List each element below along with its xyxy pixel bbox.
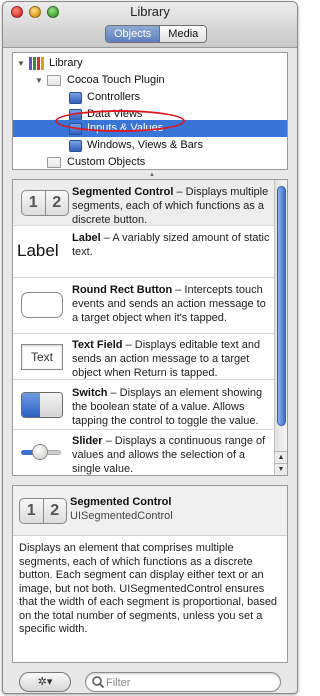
item-name: Text Field — [72, 339, 123, 351]
item-name: Switch — [72, 387, 108, 399]
item-name: Segmented Control — [72, 186, 174, 198]
segmented-control-icon: 12 — [21, 190, 69, 216]
tree-item-controllers[interactable]: Controllers — [13, 89, 287, 106]
item-description: – A variably sized amount of static text… — [72, 232, 270, 258]
list-item[interactable]: Switch – Displays an element showing the… — [13, 380, 275, 430]
item-name: Slider — [72, 435, 103, 447]
scope-segmented-control: Objects Media — [105, 25, 208, 43]
detail-title: Segmented Control — [70, 496, 172, 508]
detail-description: Displays an element that comprises multi… — [19, 542, 278, 635]
round-rect-button-icon — [21, 292, 63, 318]
window-title: Library — [130, 4, 170, 19]
tree-item-cocoa-touch-plugin[interactable]: ▼ Cocoa Touch Plugin — [13, 72, 287, 89]
object-list: 12 Segmented Control – Displays multiple… — [12, 179, 288, 476]
splitter-grip-icon: ▲ — [149, 172, 155, 178]
library-window: Library Objects Media ▼ Library ▼ Cocoa … — [2, 1, 298, 694]
item-name: Label — [72, 232, 101, 244]
object-list-scrollbar[interactable]: ▲ ▼ — [274, 180, 287, 475]
detail-pane: 12 Segmented Control UISegmentedControl … — [12, 485, 288, 663]
detail-header: 12 Segmented Control UISegmentedControl — [13, 486, 287, 536]
highlight-annotation-oval — [55, 110, 185, 132]
tree-item-library[interactable]: ▼ Library — [13, 55, 287, 72]
scrollbar-thumb[interactable] — [277, 186, 286, 426]
tree-item-windows-views-bars[interactable]: Windows, Views & Bars — [13, 137, 287, 154]
list-item[interactable]: Label Label – A variably sized amount of… — [13, 226, 275, 278]
detail-class-name: UISegmentedControl — [70, 510, 173, 522]
pane-splitter[interactable]: ▲ — [3, 172, 297, 178]
list-item[interactable]: Slider – Displays a continuous range of … — [13, 430, 275, 475]
filter-search-field[interactable] — [85, 672, 281, 692]
title-bar: Library Objects Media — [3, 2, 297, 48]
list-item[interactable]: 12 Segmented Control – Displays multiple… — [13, 180, 275, 226]
scroll-up-arrow-icon[interactable]: ▲ — [275, 451, 287, 463]
search-icon — [92, 676, 105, 689]
tree-item-custom-objects[interactable]: Custom Objects — [13, 154, 287, 169]
filter-input[interactable] — [106, 675, 276, 690]
label-icon: Label — [17, 241, 59, 260]
switch-icon — [21, 392, 63, 418]
disclosure-triangle-icon[interactable]: ▼ — [17, 55, 25, 72]
tab-media[interactable]: Media — [160, 26, 207, 42]
list-item[interactable]: Round Rect Button – Intercepts touch eve… — [13, 278, 275, 334]
gear-action-button[interactable]: ✲▾ — [19, 672, 71, 692]
disclosure-triangle-icon[interactable]: ▼ — [35, 72, 43, 89]
folder-icon — [47, 75, 61, 86]
bottom-bar: ✲▾ — [3, 671, 297, 693]
slider-icon — [19, 442, 63, 462]
text-field-icon: Text — [21, 344, 63, 370]
list-item[interactable]: Text Text Field – Displays editable text… — [13, 334, 275, 380]
library-books-icon — [29, 57, 45, 70]
group-icon — [69, 92, 82, 104]
folder-icon — [47, 157, 61, 168]
item-name: Round Rect Button — [72, 284, 173, 296]
segmented-control-icon: 12 — [19, 498, 67, 524]
scroll-down-arrow-icon[interactable]: ▼ — [275, 463, 287, 475]
library-tree: ▼ Library ▼ Cocoa Touch Plugin Controlle… — [12, 52, 288, 170]
tab-objects[interactable]: Objects — [106, 26, 161, 42]
group-icon — [69, 140, 82, 152]
